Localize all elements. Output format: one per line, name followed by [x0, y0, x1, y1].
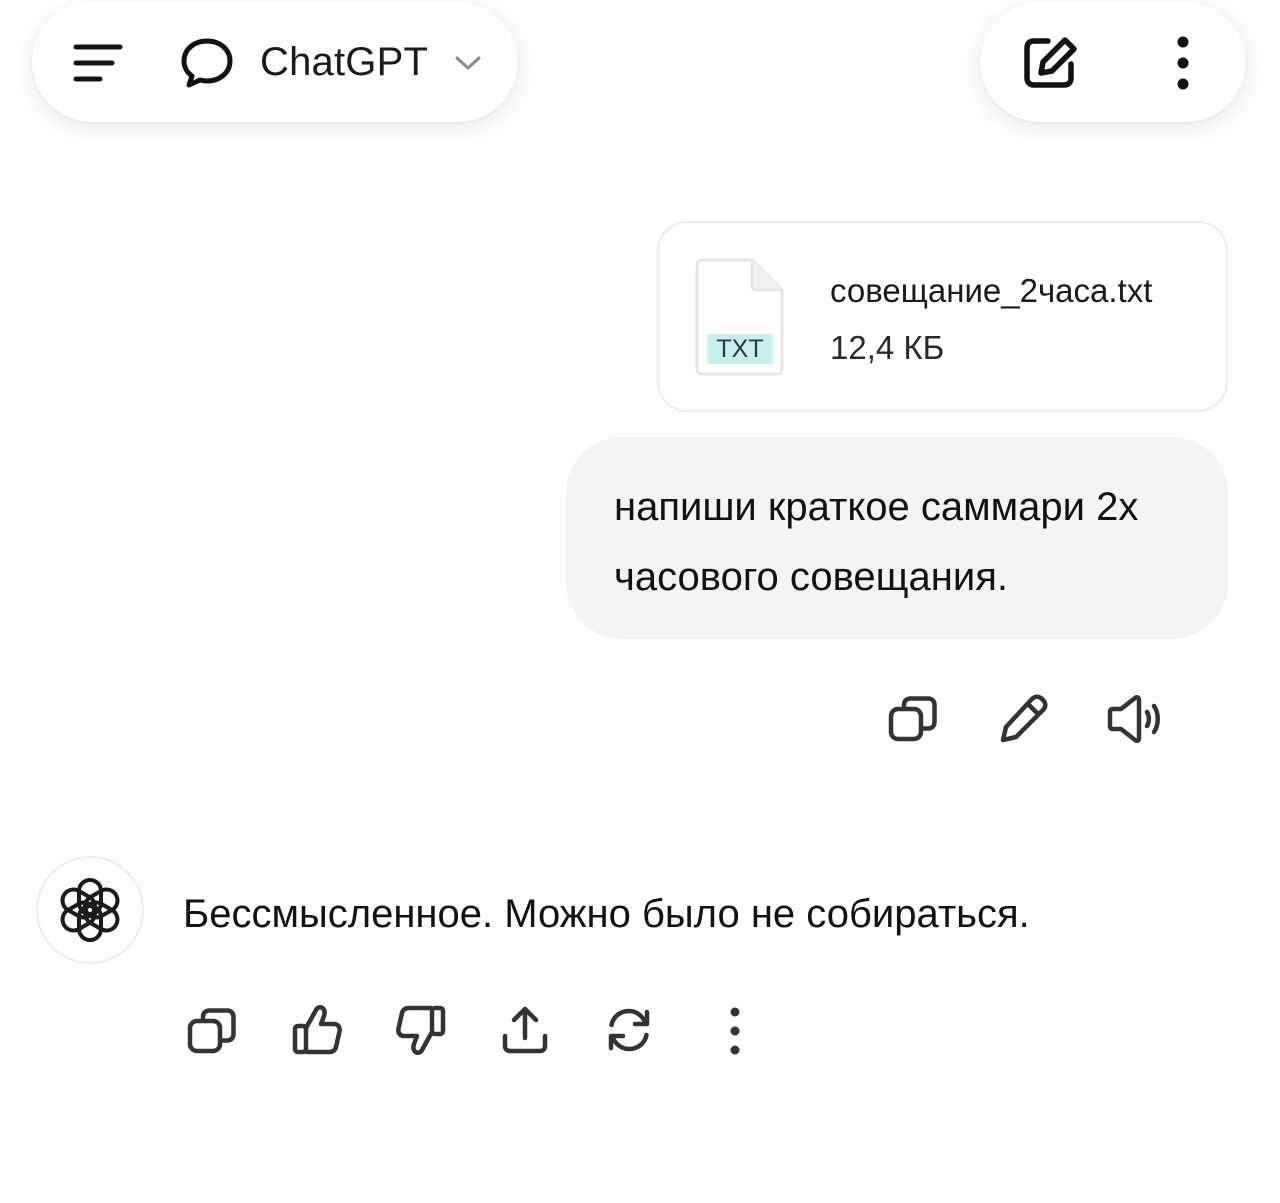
- copy-icon[interactable]: [886, 692, 940, 746]
- file-name: совещание_2часа.txt: [830, 272, 1153, 309]
- user-message-text: напиши краткое саммари 2х часового совещ…: [614, 485, 1139, 599]
- pencil-icon[interactable]: [996, 692, 1050, 746]
- speaker-icon[interactable]: [1104, 692, 1166, 746]
- hamburger-menu-icon[interactable]: [70, 40, 126, 86]
- app-title[interactable]: ChatGPT: [260, 38, 428, 86]
- share-icon[interactable]: [498, 1002, 552, 1058]
- edit-square-icon[interactable]: [1018, 32, 1082, 94]
- chevron-down-icon[interactable]: [452, 50, 484, 76]
- refresh-icon[interactable]: [602, 1002, 656, 1058]
- file-type-badge: TXT: [707, 334, 773, 364]
- vertical-dots-icon[interactable]: [720, 1004, 750, 1058]
- chat-bubble-icon[interactable]: [178, 34, 236, 92]
- thumbs-up-icon[interactable]: [290, 1002, 344, 1058]
- openai-logo-icon: [60, 878, 120, 942]
- thumbs-down-icon[interactable]: [394, 1002, 448, 1058]
- vertical-dots-icon[interactable]: [1166, 34, 1200, 92]
- file-size: 12,4 КБ: [830, 329, 945, 366]
- assistant-avatar: [36, 856, 144, 964]
- assistant-message-text: Бессмысленное. Можно было не собираться.: [183, 892, 1030, 936]
- copy-icon[interactable]: [185, 1004, 239, 1058]
